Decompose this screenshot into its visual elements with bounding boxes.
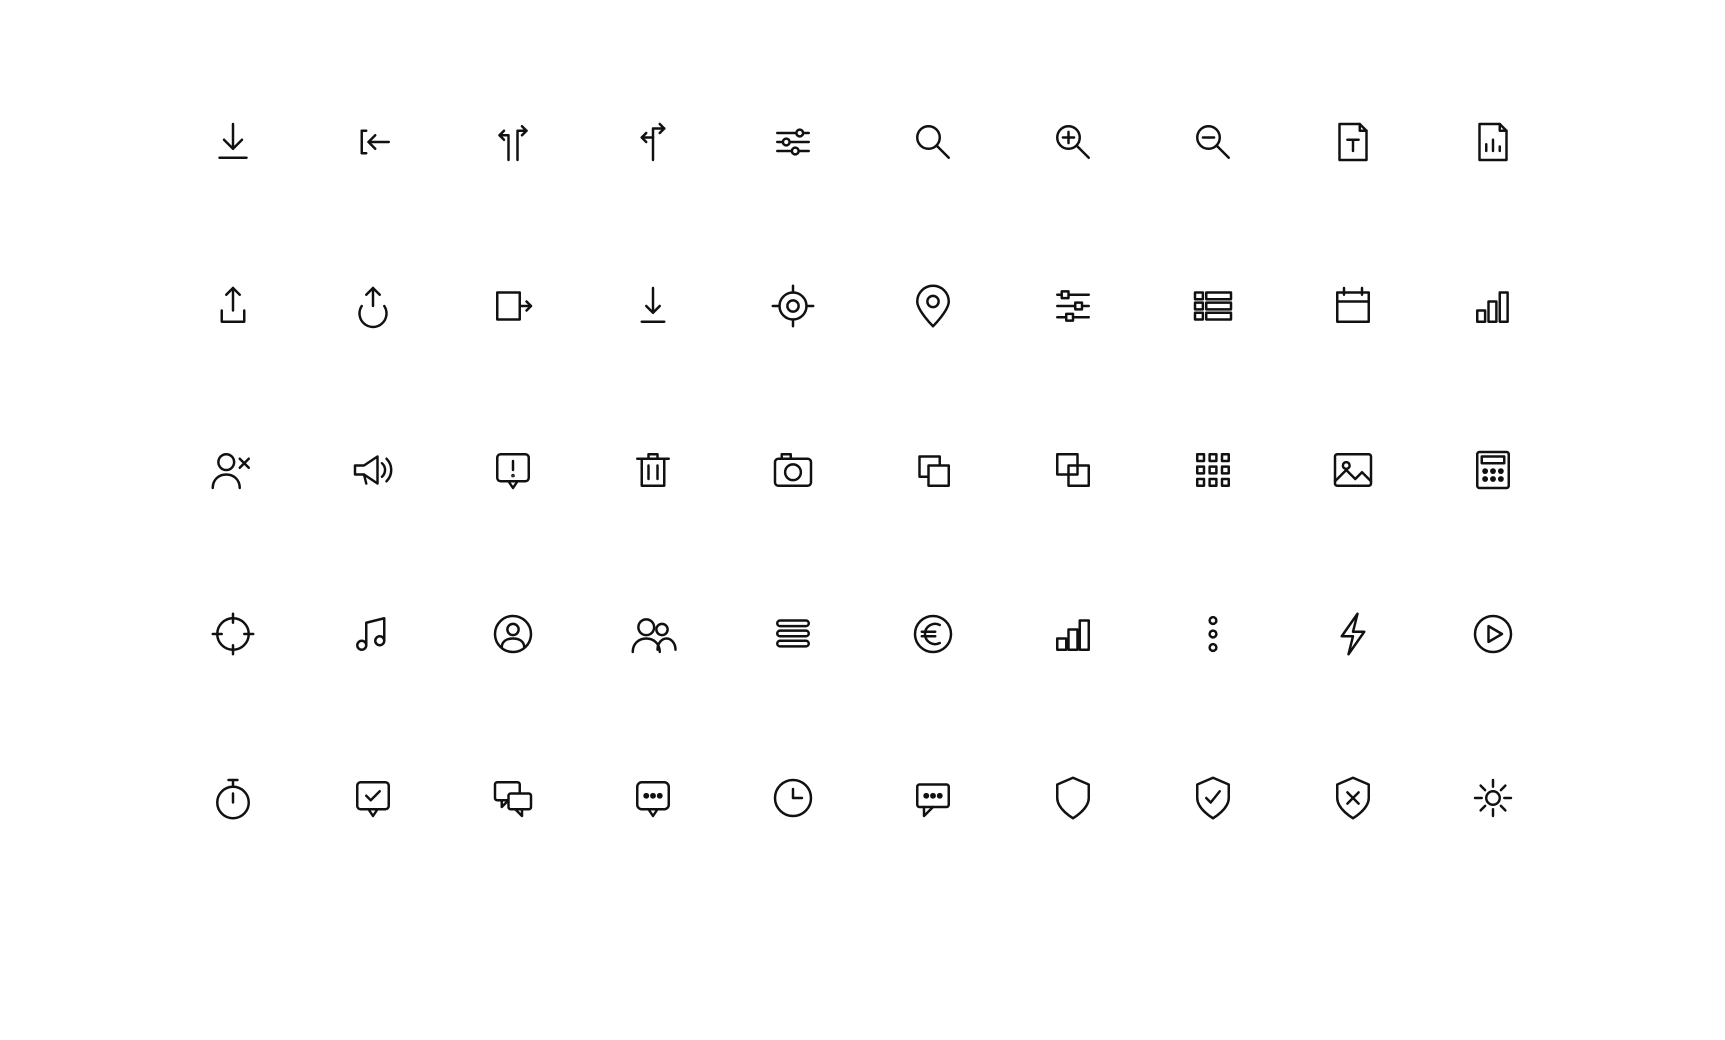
euro-circle-icon xyxy=(906,607,960,661)
zoom-out-icon xyxy=(1186,115,1240,169)
search-icon xyxy=(906,115,960,169)
zoom-in-icon xyxy=(1046,115,1100,169)
play-circle-icon xyxy=(1466,607,1520,661)
dial-pad-icon xyxy=(1186,443,1240,497)
icon-grid xyxy=(163,60,1563,880)
shield-x-icon xyxy=(1326,771,1380,825)
download-to-line-icon xyxy=(626,279,680,333)
trash-icon xyxy=(626,443,680,497)
menu-lines-icon xyxy=(766,607,820,661)
copy-icon xyxy=(906,443,960,497)
more-vertical-icon xyxy=(1186,607,1240,661)
chat-dots-icon xyxy=(906,771,960,825)
camera-icon xyxy=(766,443,820,497)
upload-icon xyxy=(206,279,260,333)
remove-user-icon xyxy=(206,443,260,497)
shield-icon xyxy=(1046,771,1100,825)
users-icon xyxy=(626,607,680,661)
sliders-horizontal-icon xyxy=(766,115,820,169)
user-circle-icon xyxy=(486,607,540,661)
lightning-icon xyxy=(1326,607,1380,661)
calendar-icon xyxy=(1326,279,1380,333)
typing-message-icon xyxy=(626,771,680,825)
calculator-icon xyxy=(1466,443,1520,497)
crosshair-icon xyxy=(206,607,260,661)
shield-check-icon xyxy=(1186,771,1240,825)
diverge-icon xyxy=(626,115,680,169)
login-icon xyxy=(346,115,400,169)
check-message-icon xyxy=(346,771,400,825)
target-crosshair-icon xyxy=(766,279,820,333)
clock-icon xyxy=(766,771,820,825)
bar-chart-icon xyxy=(1046,607,1100,661)
image-icon xyxy=(1326,443,1380,497)
download-icon xyxy=(206,115,260,169)
settings-gear-icon xyxy=(1466,771,1520,825)
split-arrows-icon xyxy=(486,115,540,169)
overlap-squares-icon xyxy=(1046,443,1100,497)
text-file-icon xyxy=(1326,115,1380,169)
music-note-icon xyxy=(346,607,400,661)
megaphone-icon xyxy=(346,443,400,497)
stopwatch-icon xyxy=(206,771,260,825)
chat-bubbles-icon xyxy=(486,771,540,825)
signal-bars-icon xyxy=(1466,279,1520,333)
location-pin-icon xyxy=(906,279,960,333)
list-icon xyxy=(1186,279,1240,333)
power-up-icon xyxy=(346,279,400,333)
sign-out-icon xyxy=(486,279,540,333)
equalizer-icon xyxy=(1046,279,1100,333)
chart-file-icon xyxy=(1466,115,1520,169)
alert-message-icon xyxy=(486,443,540,497)
